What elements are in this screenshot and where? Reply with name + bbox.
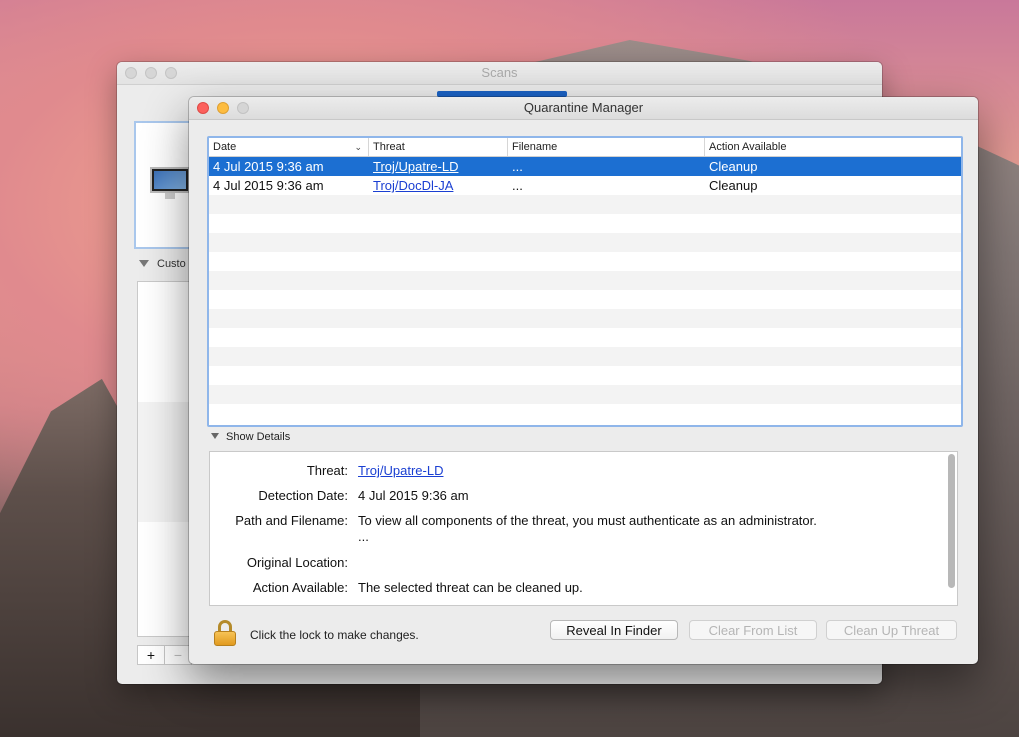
custom-scans-label: Custo (157, 258, 186, 270)
empty-row (209, 195, 961, 214)
details-panel: Threat: Troj/Upatre-LD Detection Date: 4… (209, 451, 958, 606)
detail-label: Original Location: (246, 555, 348, 570)
filename-cell: ... (512, 178, 523, 193)
detail-value: To view all components of the threat, yo… (358, 513, 817, 528)
empty-row (209, 404, 961, 423)
add-scan-button[interactable]: + (137, 645, 165, 665)
action-cell: Cleanup (709, 159, 758, 174)
disclosure-triangle-icon (139, 260, 149, 267)
list-edit-buttons: + − (137, 645, 192, 665)
column-header-filename[interactable]: Filename (508, 138, 705, 156)
empty-row (209, 366, 961, 385)
filename-cell: ... (512, 159, 523, 174)
clean-up-threat-button[interactable]: Clean Up Threat (826, 620, 957, 640)
detail-value: 4 Jul 2015 9:36 am (358, 488, 469, 503)
empty-row (209, 385, 961, 404)
detail-label: Action Available: (252, 580, 348, 595)
column-header-threat[interactable]: Threat (369, 138, 508, 156)
lock-hint-text: Click the lock to make changes. (250, 628, 419, 642)
detail-value: ... (358, 529, 369, 544)
custom-scans-disclosure[interactable]: Custo (139, 258, 186, 270)
empty-row (209, 290, 961, 309)
minimize-button[interactable] (217, 102, 229, 114)
show-details-label: Show Details (226, 431, 291, 443)
clear-from-list-button[interactable]: Clear From List (689, 620, 817, 640)
table-row[interactable]: 4 Jul 2015 9:36 am Troj/Upatre-LD ... Cl… (209, 157, 961, 176)
empty-row (209, 309, 961, 328)
table-header: Date ⌄ Threat Filename Action Available (209, 138, 961, 157)
date-cell: 4 Jul 2015 9:36 am (213, 159, 324, 174)
quarantine-manager-window[interactable]: Quarantine Manager Date ⌄ Threat Filename… (189, 97, 978, 664)
threat-link[interactable]: Troj/DocDl-JA (369, 176, 453, 195)
window-title: Quarantine Manager (523, 100, 644, 115)
remove-scan-button[interactable]: − (164, 645, 192, 665)
column-header-action[interactable]: Action Available (705, 138, 961, 156)
scans-titlebar[interactable]: Scans (117, 62, 882, 85)
empty-row (209, 347, 961, 366)
empty-row (209, 328, 961, 347)
empty-row (209, 271, 961, 290)
empty-row (209, 233, 961, 252)
threats-table[interactable]: Date ⌄ Threat Filename Action Available 4… (207, 136, 963, 427)
detail-label: Threat: (306, 463, 348, 478)
scans-minimize-button[interactable] (145, 67, 157, 79)
scans-zoom-button[interactable] (165, 67, 177, 79)
computer-icon (150, 167, 190, 199)
scans-window-title: Scans (481, 65, 518, 80)
detail-label: Path and Filename: (235, 513, 348, 528)
detail-threat-link[interactable]: Troj/Upatre-LD (358, 463, 443, 478)
date-cell: 4 Jul 2015 9:36 am (213, 178, 324, 193)
detail-label: Detection Date: (258, 488, 348, 503)
threat-link[interactable]: Troj/Upatre-LD (369, 157, 458, 176)
lock-icon[interactable] (214, 620, 236, 646)
sort-chevron-down-icon: ⌄ (354, 142, 362, 152)
zoom-button[interactable] (237, 102, 249, 114)
disclosure-triangle-icon (211, 433, 219, 439)
footer-bar: Click the lock to make changes. Reveal I… (189, 615, 978, 655)
custom-scans-list[interactable] (137, 281, 194, 637)
column-header-date[interactable]: Date ⌄ (209, 138, 369, 156)
reveal-in-finder-button[interactable]: Reveal In Finder (550, 620, 678, 640)
detail-value: The selected threat can be cleaned up. (358, 580, 583, 595)
table-rows: 4 Jul 2015 9:36 am Troj/Upatre-LD ... Cl… (209, 157, 961, 423)
quarantine-titlebar[interactable]: Quarantine Manager (189, 97, 978, 120)
action-cell: Cleanup (709, 178, 758, 193)
empty-row (209, 214, 961, 233)
close-button[interactable] (197, 102, 209, 114)
show-details-disclosure[interactable]: Show Details (211, 431, 290, 443)
empty-row (209, 252, 961, 271)
table-row[interactable]: 4 Jul 2015 9:36 am Troj/DocDl-JA ... Cle… (209, 176, 961, 195)
scans-close-button[interactable] (125, 67, 137, 79)
scan-target-panel[interactable] (134, 121, 194, 249)
details-scrollbar[interactable] (948, 454, 955, 588)
